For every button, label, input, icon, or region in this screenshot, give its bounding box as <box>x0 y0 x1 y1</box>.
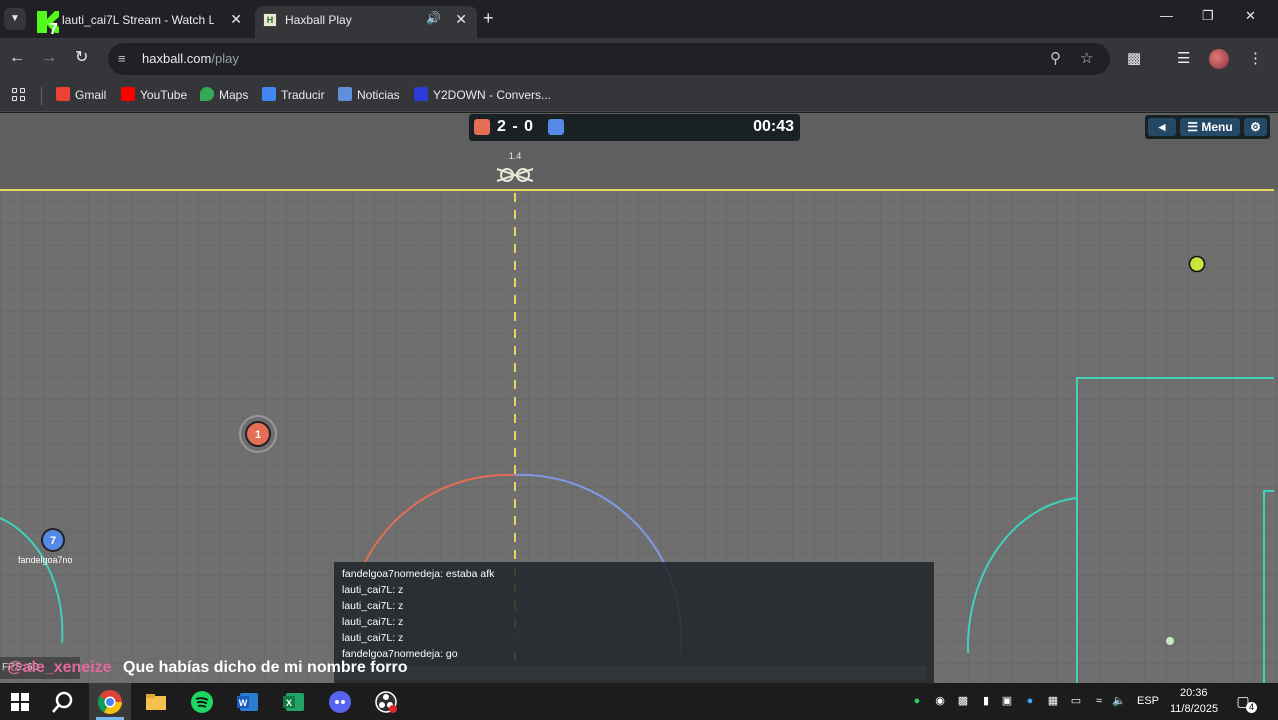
close-window-icon[interactable]: ✕ <box>1245 8 1256 24</box>
settings-gear-icon[interactable]: ⚙ <box>1244 118 1267 136</box>
translate-icon <box>262 87 276 101</box>
svg-text:W: W <box>239 698 248 708</box>
svg-text:7: 7 <box>49 21 58 35</box>
minimize-icon[interactable]: — <box>1160 8 1173 23</box>
discord-icon[interactable] <box>326 688 354 716</box>
chat-message: fandelgoa7nomedeja: estaba afk <box>342 568 495 580</box>
media-control-icon[interactable]: ☰ <box>1177 49 1190 67</box>
tray-spotify-icon[interactable]: ● <box>910 694 924 708</box>
bookmark-noticias[interactable]: Noticias <box>338 87 400 102</box>
chat-message: lauti_cai7L: z <box>342 616 404 628</box>
tab-kick-stream[interactable]: 7 lauti_cai7L Stream - Watch Live ✕ <box>32 6 252 38</box>
bookmark-star-icon[interactable]: ☆ <box>1080 49 1093 67</box>
zoom-icon[interactable]: ⚲ <box>1050 49 1061 67</box>
game-timer: 00:43 <box>753 118 794 135</box>
player-red-1: 1 <box>239 415 277 453</box>
tray-device-icon[interactable]: ▩ <box>956 694 970 708</box>
spotify-icon[interactable] <box>188 688 216 716</box>
ball <box>1188 255 1206 273</box>
maps-icon <box>200 87 214 101</box>
penalty-spot <box>1166 637 1174 645</box>
notification-count-badge: 4 <box>1246 702 1257 713</box>
player-name-label: fandelgoa7no <box>18 555 73 565</box>
site-info-icon[interactable]: ≡ <box>118 51 126 66</box>
sound-toggle-button[interactable]: ◄ <box>1148 118 1176 136</box>
bookmark-traducir[interactable]: Traducir <box>262 87 325 102</box>
blue-team-swatch <box>548 119 564 135</box>
apps-grid-icon[interactable] <box>12 88 26 102</box>
tray-obs-icon[interactable]: ◉ <box>933 694 947 708</box>
chat-panel: fandelgoa7nomedeja: estaba afk lauti_cai… <box>334 562 934 683</box>
search-icon[interactable] <box>49 688 77 716</box>
clock-time[interactable]: 20:36 <box>1180 687 1208 699</box>
tray-app-icon[interactable]: ▣ <box>1000 694 1014 708</box>
new-tab-button[interactable]: + <box>483 8 494 28</box>
tray-microphone-icon[interactable]: ▮ <box>979 694 993 708</box>
bookmark-youtube[interactable]: YouTube <box>121 87 187 102</box>
speaker-icon[interactable]: 🔊 <box>426 11 441 25</box>
address-bar[interactable]: ≡ haxball.com/play ⚲ ☆ <box>108 43 1110 75</box>
tray-windows-icon[interactable]: ▦ <box>1046 694 1060 708</box>
windows-start-icon[interactable] <box>6 688 34 716</box>
reload-icon[interactable]: ↻ <box>75 49 88 67</box>
bookmarks-divider <box>41 87 42 105</box>
forward-icon[interactable]: → <box>41 49 57 67</box>
player-blue-7: 7 <box>41 528 65 552</box>
gmail-icon <box>56 87 70 101</box>
back-icon[interactable]: ← <box>9 49 25 67</box>
score-text: 2 - 0 <box>497 118 535 135</box>
game-menu-bar: ◄ ☰ Menu ⚙ <box>1145 115 1270 139</box>
obs-icon[interactable] <box>372 688 400 716</box>
excel-icon[interactable]: X <box>280 688 308 716</box>
file-explorer-icon[interactable] <box>142 688 170 716</box>
overlay-username: @ale_xeneize <box>7 659 112 676</box>
language-indicator[interactable]: ESP <box>1137 695 1159 707</box>
svg-text:1: 1 <box>255 429 261 441</box>
haxball-favicon-icon: H <box>263 13 277 27</box>
youtube-icon <box>121 87 135 101</box>
bookmark-y2down[interactable]: Y2DOWN - Convers... <box>414 87 551 102</box>
kick-logo-icon: 7 <box>37 11 59 35</box>
word-icon[interactable]: W <box>234 688 262 716</box>
close-tab-icon[interactable]: ✕ <box>230 11 242 28</box>
bookmark-gmail[interactable]: Gmail <box>56 87 106 102</box>
bookmarks-bar <box>0 80 1278 112</box>
more-menu-icon[interactable]: ⋮ <box>1248 49 1263 67</box>
profile-avatar[interactable] <box>1209 49 1229 69</box>
tray-hp-icon[interactable]: ● <box>1023 694 1037 708</box>
windows-taskbar: W X ● ◉ ▩ ▮ ▣ ● ▦ ▭ ≈ 🔈 ESP 20:36 11/8/2… <box>0 683 1278 720</box>
restore-icon[interactable]: ❐ <box>1202 8 1214 24</box>
volume-icon[interactable]: 🔈 <box>1112 694 1126 708</box>
tab-search-button[interactable]: ▼ <box>4 8 26 30</box>
svg-text:1.4: 1.4 <box>509 151 522 161</box>
haxball-game-area[interactable]: 1.4 1 7 fandelgoa7no 2 - 0 00:43 ◄ ☰ Men… <box>0 113 1278 683</box>
chat-message: lauti_cai7L: z <box>342 584 404 596</box>
overlay-message: Que habías dicho de mi nombre forro <box>123 659 408 676</box>
chat-input[interactable] <box>334 666 926 680</box>
hamburger-icon: ☰ <box>1187 120 1199 134</box>
chat-message: lauti_cai7L: z <box>342 600 404 612</box>
chrome-icon[interactable] <box>96 688 124 716</box>
svg-text:7: 7 <box>50 535 56 547</box>
chat-message: lauti_cai7L: z <box>342 632 404 644</box>
news-icon <box>338 87 352 101</box>
tab-title: Haxball Play <box>285 13 352 27</box>
clock-date[interactable]: 11/8/2025 <box>1170 703 1218 715</box>
url-text: haxball.com/play <box>142 51 239 66</box>
menu-button[interactable]: ☰ Menu <box>1180 118 1240 136</box>
tab-haxball[interactable]: H Haxball Play 🔊 ✕ <box>255 6 477 38</box>
tray-battery-icon[interactable]: ▭ <box>1069 694 1083 708</box>
wifi-icon[interactable]: ≈ <box>1092 694 1106 708</box>
extensions-icon[interactable]: ▩ <box>1127 49 1141 67</box>
close-tab-icon[interactable]: ✕ <box>455 11 467 28</box>
y2down-icon <box>414 87 428 101</box>
browser-toolbar: ← → ↻ ≡ haxball.com/play ⚲ ☆ ▩ ☰ ⋮ <box>0 38 1278 80</box>
svg-text:X: X <box>286 698 292 708</box>
bookmark-maps[interactable]: Maps <box>200 87 248 102</box>
red-team-swatch <box>474 119 490 135</box>
tab-title: lauti_cai7L Stream - Watch Live <box>62 13 214 27</box>
scoreboard: 2 - 0 00:43 <box>469 114 800 141</box>
browser-tabstrip: ▼ 7 lauti_cai7L Stream - Watch Live ✕ H … <box>0 0 1278 38</box>
screen: ▼ 7 lauti_cai7L Stream - Watch Live ✕ H … <box>0 0 1278 720</box>
